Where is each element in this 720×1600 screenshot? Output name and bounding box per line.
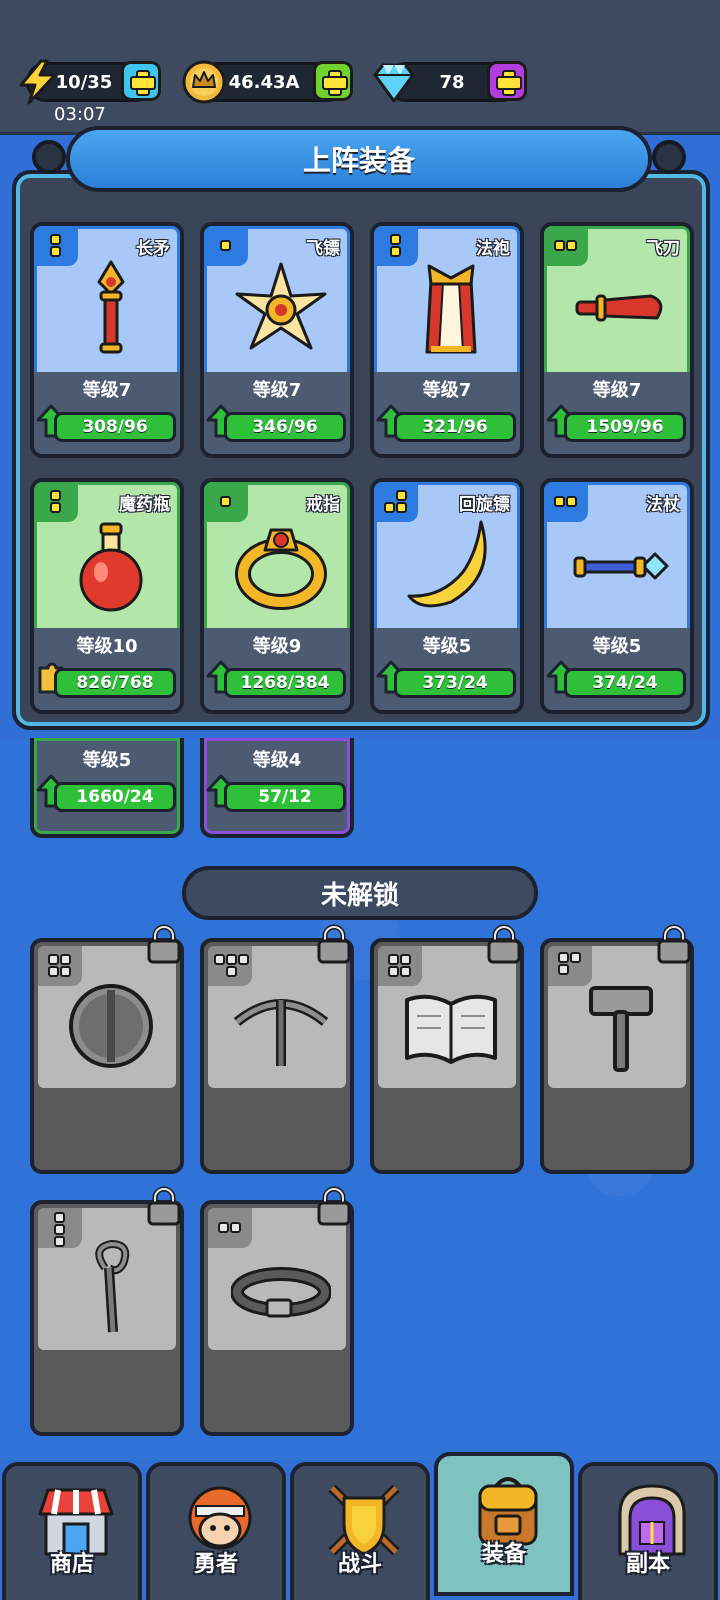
equipped-title: 上阵装备 [66, 126, 652, 192]
card-progress: 374/24 [564, 668, 686, 698]
top-header: 10/35 46.43A 78 03:07 [0, 0, 720, 135]
card-progress: 346/96 [224, 412, 346, 442]
locked-card-book[interactable] [370, 938, 524, 1174]
locked-card-belt[interactable] [200, 1200, 354, 1436]
tab-hero[interactable]: 勇者 [146, 1462, 286, 1600]
lock-icon [317, 1186, 351, 1226]
equip-card-ring[interactable]: 戒指 等级9 1268/384 [200, 478, 354, 714]
peek-card-2[interactable]: 等级4 57/12 [200, 738, 354, 838]
tab-battle[interactable]: 战斗 [290, 1462, 430, 1600]
equip-card-flying-knife[interactable]: 飞刀 等级7 1509/96 [540, 222, 694, 458]
panel-knob-right [652, 140, 686, 174]
belt-icon [231, 1267, 331, 1318]
gem-value: 78 [439, 71, 465, 93]
card-name: 长矛 [136, 239, 170, 259]
lock-icon [147, 1186, 181, 1226]
locked-card-crossbow[interactable] [200, 938, 354, 1174]
card-level: 等级5 [82, 750, 132, 771]
card-level: 等级10 [76, 636, 138, 657]
locked-card-shield[interactable] [30, 938, 184, 1174]
tab-equipment[interactable]: 装备 [434, 1452, 574, 1596]
shuriken-icon [235, 262, 327, 350]
card-progress: 373/24 [394, 668, 516, 698]
book-icon [405, 994, 497, 1064]
equip-card-potion[interactable]: 魔药瓶 等级10 826/768 [30, 478, 184, 714]
card-progress: 826/768 [54, 668, 176, 698]
staff-icon [95, 1239, 130, 1333]
crown-coin-icon [182, 60, 226, 104]
lock-icon [487, 924, 521, 964]
card-name: 法杖 [646, 495, 680, 515]
tab-label: 战斗 [337, 1552, 382, 1577]
equip-card-spear[interactable]: 长矛 等级7 308/96 [30, 222, 184, 458]
card-name: 回旋镖 [459, 495, 510, 515]
lightning-icon [19, 59, 57, 105]
shield-icon [69, 984, 153, 1068]
plus-icon [496, 70, 522, 96]
card-level: 等级7 [252, 380, 302, 401]
tab-label: 副本 [625, 1552, 670, 1577]
card-name: 戒指 [306, 495, 340, 515]
card-progress: 1509/96 [564, 412, 686, 442]
spear-icon [97, 260, 125, 354]
card-progress: 57/12 [224, 782, 346, 812]
panel-knob-left [32, 140, 66, 174]
bottom-nav: 商店 勇者 战斗 装备 副本 [0, 1452, 720, 1600]
card-level: 等级7 [422, 380, 472, 401]
potion-icon [79, 522, 143, 612]
energy-value: 10/35 [55, 71, 113, 93]
tab-label: 装备 [481, 1542, 526, 1567]
locked-section-title: 未解锁 [182, 866, 538, 920]
card-level: 等级5 [592, 636, 642, 657]
locked-card-staff[interactable] [30, 1200, 184, 1436]
tab-shop[interactable]: 商店 [2, 1462, 142, 1600]
crossbow-icon [233, 999, 329, 1066]
card-level: 等级5 [422, 636, 472, 657]
card-level: 等级7 [592, 380, 642, 401]
equip-card-boomerang[interactable]: 回旋镖 等级5 373/24 [370, 478, 524, 714]
gem-counter: 78 [373, 61, 527, 103]
tab-label: 勇者 [193, 1552, 238, 1577]
add-energy-button[interactable] [121, 61, 161, 101]
card-progress: 1268/384 [224, 668, 346, 698]
tab-label: 商店 [49, 1552, 94, 1577]
locked-card-hammer[interactable] [540, 938, 694, 1174]
add-gold-button[interactable] [313, 61, 353, 101]
robe-icon [425, 264, 477, 354]
card-progress: 1660/24 [54, 782, 176, 812]
card-level: 等级9 [252, 636, 302, 657]
card-level: 等级7 [82, 380, 132, 401]
wand-icon [573, 552, 669, 580]
gold-counter: 46.43A [182, 60, 353, 104]
equip-card-wand[interactable]: 法杖 等级5 374/24 [540, 478, 694, 714]
ring-icon [235, 528, 327, 610]
card-name: 法袍 [476, 239, 510, 259]
energy-timer: 03:07 [54, 104, 106, 125]
flying-knife-icon [575, 294, 663, 322]
tab-dungeon[interactable]: 副本 [578, 1462, 718, 1600]
peek-card-1[interactable]: 等级5 1660/24 [30, 738, 184, 838]
plus-icon [322, 70, 348, 96]
card-progress: 308/96 [54, 412, 176, 442]
lock-icon [147, 924, 181, 964]
diamond-icon [373, 63, 415, 103]
card-name: 飞镖 [306, 239, 340, 259]
gold-value: 46.43A [228, 71, 300, 93]
card-name: 魔药瓶 [119, 495, 170, 515]
add-gems-button[interactable] [487, 61, 527, 101]
plus-icon [130, 70, 156, 96]
card-progress: 321/96 [394, 412, 516, 442]
lock-icon [317, 924, 351, 964]
card-level: 等级4 [252, 750, 302, 771]
equip-card-robe[interactable]: 法袍 等级7 321/96 [370, 222, 524, 458]
boomerang-icon [407, 520, 487, 608]
lock-icon [657, 924, 691, 964]
card-name: 飞刀 [646, 239, 680, 259]
equip-card-shuriken[interactable]: 飞镖 等级7 346/96 [200, 222, 354, 458]
energy-counter: 10/35 [19, 59, 161, 105]
hammer-icon [589, 986, 653, 1072]
